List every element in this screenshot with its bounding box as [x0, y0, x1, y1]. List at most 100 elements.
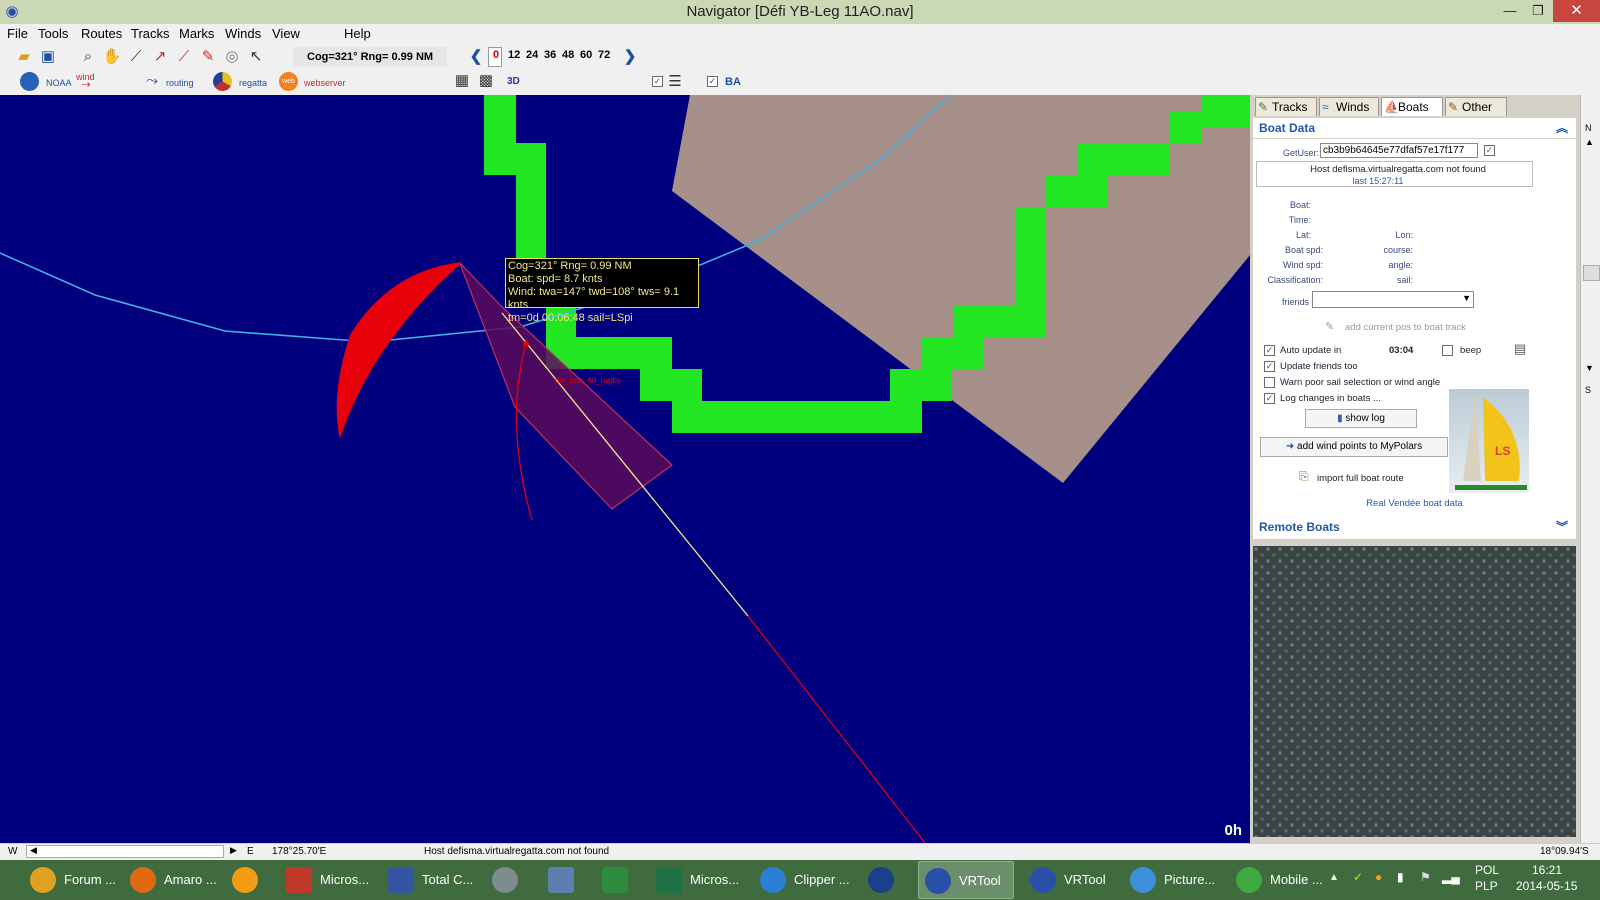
open-folder-icon[interactable]: ▰ — [14, 47, 34, 67]
webserver-label[interactable]: webserver — [304, 78, 346, 88]
3d-label[interactable]: 3D — [507, 76, 520, 87]
menu-winds[interactable]: Winds — [225, 26, 261, 41]
routing-icon[interactable]: ⤳ — [142, 71, 162, 91]
vertical-scrollbar[interactable]: N ▲ ▼ S — [1580, 95, 1600, 843]
clock-time[interactable]: 16:21 — [1532, 863, 1562, 877]
task-vrtool-2[interactable]: VRTool — [1024, 861, 1120, 899]
boat-data-header[interactable]: Boat Data ︽ — [1253, 118, 1576, 138]
hour-0[interactable]: 0 — [493, 49, 499, 61]
collapse-up-icon[interactable]: ︽ — [1556, 118, 1568, 138]
prev-hour-icon[interactable]: ❮ — [466, 47, 486, 67]
zoom-icon[interactable]: ⌕ — [78, 47, 98, 67]
scroll-up-icon[interactable]: ▲ — [1585, 137, 1594, 147]
show-hidden-icons[interactable]: ▲ — [1329, 872, 1339, 883]
tray-flag-icon[interactable]: ⚑ — [1420, 870, 1431, 884]
keyboard-layout[interactable]: PLP — [1475, 879, 1498, 893]
menu-lines-icon[interactable]: ☰ — [665, 72, 685, 92]
line-icon[interactable]: ⟋ — [174, 47, 194, 67]
horizontal-scrollbar[interactable] — [26, 845, 224, 858]
noaa-icon[interactable] — [20, 72, 39, 91]
close-button[interactable]: ✕ — [1553, 0, 1600, 22]
regatta-label[interactable]: regatta — [239, 78, 267, 88]
hour-60[interactable]: 60 — [580, 49, 592, 61]
minimize-button[interactable]: — — [1496, 0, 1524, 22]
measure-icon[interactable]: ⟋ — [126, 47, 146, 67]
tab-other[interactable]: ✎ Other — [1445, 97, 1507, 116]
hour-36[interactable]: 36 — [544, 49, 556, 61]
next-hour-icon[interactable]: ❯ — [620, 47, 640, 67]
task-publisher[interactable] — [596, 861, 642, 899]
pencil-icon[interactable]: ✎ — [198, 47, 218, 67]
scroll-down-icon[interactable]: ▼ — [1585, 363, 1594, 373]
task-bluetooth[interactable] — [862, 861, 908, 899]
hour-24[interactable]: 24 — [526, 49, 538, 61]
tab-winds[interactable]: ≈ Winds — [1319, 97, 1379, 116]
tab-boats[interactable]: ⛵ Boats — [1381, 97, 1443, 116]
auto-update-checkbox[interactable]: ✓ — [1264, 345, 1275, 356]
tray-network-icon[interactable]: ✓ — [1353, 870, 1363, 884]
routing-label[interactable]: routing — [166, 78, 194, 88]
task-total-commander[interactable]: Total C... — [382, 861, 474, 899]
layers-checkbox[interactable]: ✓ — [652, 76, 663, 87]
menu-help[interactable]: Help — [344, 26, 371, 41]
language-indicator[interactable]: POL — [1475, 863, 1499, 877]
tray-signal-icon[interactable]: ▂▄ — [1442, 870, 1460, 884]
clock-date[interactable]: 2014-05-15 — [1516, 879, 1577, 893]
wind-arrows-icon[interactable]: ⇢ — [76, 75, 96, 95]
warn-poor-checkbox[interactable] — [1264, 377, 1275, 388]
hour-72[interactable]: 72 — [598, 49, 610, 61]
expand-down-icon[interactable]: ︾ — [1556, 517, 1568, 537]
noaa-label[interactable]: NOAA — [46, 78, 72, 88]
task-excel[interactable]: Micros... — [650, 861, 742, 899]
ba-label[interactable]: BA — [725, 76, 741, 88]
menu-tracks[interactable]: Tracks — [131, 26, 170, 41]
getuser-input[interactable] — [1320, 143, 1478, 158]
save-icon[interactable]: ▣ — [38, 47, 58, 67]
task-firefox-amaro[interactable]: Amaro ... — [124, 861, 216, 899]
pointer-icon[interactable]: ↖ — [246, 47, 266, 67]
log-changes-checkbox[interactable]: ✓ — [1264, 393, 1275, 404]
tray-update-icon[interactable]: ● — [1375, 870, 1382, 884]
tab-tracks[interactable]: ✎ Tracks — [1255, 97, 1317, 116]
target-icon[interactable]: ◎ — [222, 47, 242, 67]
add-wind-points-button[interactable]: ➜ add wind points to MyPolars — [1260, 437, 1448, 457]
task-media-player[interactable] — [226, 861, 270, 899]
task-ie-clipper[interactable]: Clipper ... — [754, 861, 850, 899]
task-picture[interactable]: Picture... — [1124, 861, 1220, 899]
task-chrome-forum[interactable]: Forum ... — [24, 861, 116, 899]
restore-button[interactable]: ❐ — [1524, 0, 1552, 22]
menu-view[interactable]: View — [272, 26, 300, 41]
tray-battery-icon[interactable]: ▮ — [1397, 870, 1404, 884]
task-satellite[interactable] — [486, 861, 532, 899]
route-draw-icon[interactable]: ↗ — [150, 47, 170, 67]
task-mobile[interactable]: Mobile ... — [1230, 861, 1326, 899]
ba-checkbox[interactable]: ✓ — [707, 76, 718, 87]
task-keyboard[interactable] — [542, 861, 588, 899]
show-log-button[interactable]: ▮ show log — [1305, 409, 1417, 428]
hour-12[interactable]: 12 — [508, 49, 520, 61]
map-canvas[interactable]: ow_bob_60_rugby Cog=321° Rng= 0.99 NM Bo… — [0, 95, 1250, 843]
menu-file[interactable]: File — [7, 26, 28, 41]
webserver-icon[interactable]: web — [279, 72, 298, 91]
add-pos-button[interactable]: add current pos to boat track — [1345, 322, 1466, 333]
real-vendee-link[interactable]: Real Vendée boat data — [1253, 498, 1576, 509]
menu-routes[interactable]: Routes — [81, 26, 122, 41]
calculator-icon[interactable]: ▦ — [452, 71, 472, 91]
import-route-button[interactable]: import full boat route — [1317, 473, 1404, 484]
menu-tools[interactable]: Tools — [38, 26, 68, 41]
pan-hand-icon[interactable]: ✋ — [102, 47, 122, 67]
scroll-thumb[interactable] — [1583, 265, 1600, 281]
task-powerpoint[interactable]: Micros... — [280, 861, 372, 899]
hour-48[interactable]: 48 — [562, 49, 574, 61]
friends-dropdown[interactable]: ▼ — [1312, 291, 1474, 308]
task-vrtool-1[interactable]: VRTool — [918, 861, 1014, 899]
scroll-left-icon[interactable]: ◀ — [30, 845, 37, 856]
film-icon[interactable]: ▩ — [476, 71, 496, 91]
beep-checkbox[interactable] — [1442, 345, 1453, 356]
remote-boats-header[interactable]: Remote Boats ︾ — [1253, 517, 1576, 537]
regatta-icon[interactable] — [213, 72, 232, 91]
clipboard-icon[interactable]: ▤ — [1514, 341, 1526, 357]
scroll-right-icon[interactable]: ▶ — [230, 845, 237, 856]
getuser-ok-icon[interactable]: ✓ — [1484, 145, 1495, 156]
menu-marks[interactable]: Marks — [179, 26, 214, 41]
